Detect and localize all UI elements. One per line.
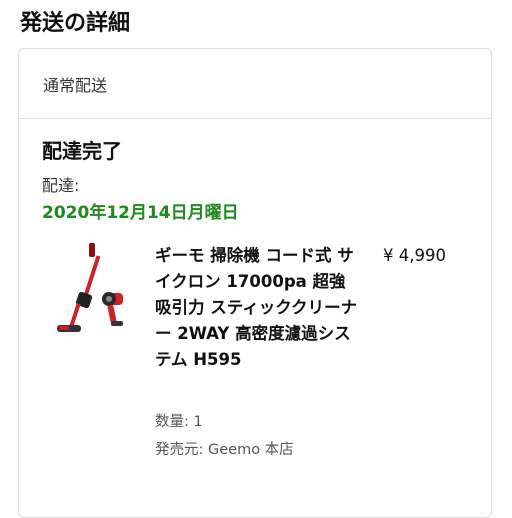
delivery-label: 配達: (42, 176, 80, 195)
shipping-method-label: 通常配送 (43, 75, 108, 95)
delivery-date: 2020年12月14日月曜日 (42, 203, 239, 223)
shipment-card: 通常配送 配達完了 配達: 2020年12月14日月曜日 ギーモ 掃除機 コード… (18, 48, 492, 518)
product-price: ¥ 4,990 (383, 246, 446, 265)
product-thumbnail[interactable] (49, 241, 131, 337)
delivery-status: 配達完了 (42, 139, 122, 163)
shipping-method: 通常配送 (19, 49, 491, 119)
product-title-link[interactable]: ギーモ 掃除機 コード式 サイクロン 17000pa 超強吸引力 スティッククリ… (155, 243, 361, 373)
shipping-details-heading: 発送の詳細 (20, 11, 131, 36)
stick-vacuum-cleaner-image (57, 243, 123, 332)
product-quantity: 数量: 1 (155, 414, 203, 430)
product-seller: 発売元: Geemo 本店 (155, 442, 294, 458)
